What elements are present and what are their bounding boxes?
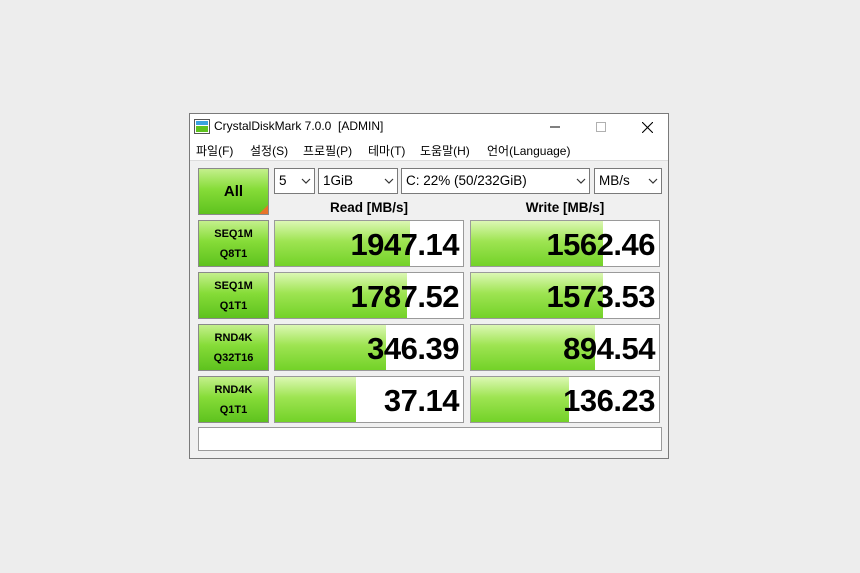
read-value: 1787.52 bbox=[350, 279, 459, 314]
read-result: 1947.14 bbox=[274, 220, 464, 267]
test-label-line2: Q1T1 bbox=[219, 299, 248, 312]
corner-marker bbox=[259, 205, 268, 214]
count-select[interactable]: 5 bbox=[274, 168, 315, 194]
title-bar[interactable]: CrystalDiskMark 7.0.0 [ADMIN] bbox=[190, 114, 668, 140]
window-title: CrystalDiskMark 7.0.0 [ADMIN] bbox=[214, 119, 384, 133]
menu-settings[interactable]: 설정(S) bbox=[250, 142, 288, 159]
minimize-icon bbox=[550, 126, 560, 128]
test-button-rnd4k-q1t1[interactable]: RND4K Q1T1 bbox=[198, 376, 269, 423]
write-value: 894.54 bbox=[563, 331, 655, 366]
write-result: 1573.53 bbox=[470, 272, 660, 319]
test-label-line2: Q8T1 bbox=[219, 247, 248, 260]
app-icon bbox=[194, 119, 210, 134]
menu-theme[interactable]: 테마(T) bbox=[368, 142, 405, 159]
all-button[interactable]: All bbox=[198, 168, 269, 215]
test-button-seq1m-q1t1[interactable]: SEQ1M Q1T1 bbox=[198, 272, 269, 319]
maximize-button[interactable] bbox=[578, 114, 624, 140]
test-label-line2: Q32T16 bbox=[213, 351, 254, 364]
write-value: 1562.46 bbox=[546, 227, 655, 262]
unit-value: MB/s bbox=[599, 173, 630, 188]
chevron-down-icon bbox=[648, 178, 658, 184]
count-value: 5 bbox=[279, 173, 287, 188]
drive-value: C: 22% (50/232GiB) bbox=[406, 173, 527, 188]
write-result: 136.23 bbox=[470, 376, 660, 423]
write-value: 1573.53 bbox=[546, 279, 655, 314]
comment-field[interactable] bbox=[198, 427, 662, 451]
menu-help[interactable]: 도움말(H) bbox=[420, 142, 470, 159]
test-button-seq1m-q8t1[interactable]: SEQ1M Q8T1 bbox=[198, 220, 269, 267]
menu-language[interactable]: 언어(Language) bbox=[487, 142, 570, 159]
chevron-down-icon bbox=[301, 178, 311, 184]
read-result: 1787.52 bbox=[274, 272, 464, 319]
write-bar bbox=[471, 377, 569, 422]
read-value: 346.39 bbox=[367, 331, 459, 366]
size-value: 1GiB bbox=[323, 173, 354, 188]
write-result: 894.54 bbox=[470, 324, 660, 371]
test-label-line1: RND4K bbox=[214, 331, 253, 344]
test-label-line1: SEQ1M bbox=[214, 227, 253, 240]
read-value: 37.14 bbox=[383, 383, 460, 418]
close-icon bbox=[641, 121, 653, 133]
close-button[interactable] bbox=[624, 114, 670, 140]
menu-file[interactable]: 파일(F) bbox=[196, 142, 233, 159]
write-value: 136.23 bbox=[563, 383, 655, 418]
read-header: Read [MB/s] bbox=[329, 200, 408, 215]
minimize-button[interactable] bbox=[532, 114, 578, 140]
maximize-icon bbox=[596, 122, 606, 132]
write-result: 1562.46 bbox=[470, 220, 660, 267]
test-label-line1: SEQ1M bbox=[214, 279, 253, 292]
chevron-down-icon bbox=[384, 178, 394, 184]
read-value: 1947.14 bbox=[350, 227, 459, 262]
menu-bar: 파일(F) 설정(S) 프로필(P) 테마(T) 도움말(H) 언어(Langu… bbox=[190, 140, 668, 161]
all-button-label: All bbox=[223, 183, 244, 200]
read-result: 37.14 bbox=[274, 376, 464, 423]
read-result: 346.39 bbox=[274, 324, 464, 371]
write-header: Write [MB/s] bbox=[525, 200, 605, 215]
size-select[interactable]: 1GiB bbox=[318, 168, 398, 194]
menu-profile[interactable]: 프로필(P) bbox=[303, 142, 352, 159]
crystaldiskmark-window: CrystalDiskMark 7.0.0 [ADMIN] 파일(F) 설정(S… bbox=[189, 113, 669, 459]
test-button-rnd4k-q32t16[interactable]: RND4K Q32T16 bbox=[198, 324, 269, 371]
test-label-line2: Q1T1 bbox=[219, 403, 248, 416]
unit-select[interactable]: MB/s bbox=[594, 168, 662, 194]
drive-select[interactable]: C: 22% (50/232GiB) bbox=[401, 168, 590, 194]
test-label-line1: RND4K bbox=[214, 383, 253, 396]
read-bar bbox=[275, 377, 356, 422]
chevron-down-icon bbox=[576, 178, 586, 184]
